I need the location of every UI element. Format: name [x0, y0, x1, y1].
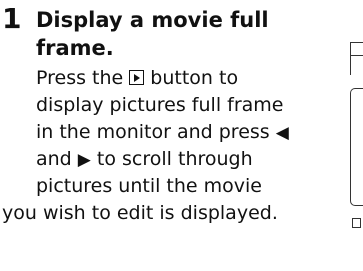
left-arrow-icon: ◀ [275, 123, 289, 143]
instruction-text: you wish to edit is displayed. [2, 202, 278, 224]
instruction-text: button to [144, 67, 239, 89]
camera-monitor-illustration [350, 42, 363, 228]
instruction-text: display pictures full frame [36, 94, 284, 116]
camera-monitor-screen [350, 88, 363, 206]
right-arrow-icon: ▶ [77, 150, 91, 170]
instruction-text: pictures until the movie [36, 175, 262, 197]
camera-frame-line [350, 55, 363, 75]
instruction-line-1: Press the button to [36, 65, 238, 92]
step-number: 1 [2, 2, 22, 35]
instruction-line-4: and ▶ to scroll through [36, 146, 253, 174]
instruction-line-3: in the monitor and press ◀ [36, 119, 289, 147]
camera-button-icon [352, 218, 361, 228]
instruction-text: and [36, 148, 78, 170]
instruction-line-5: pictures until the movie [36, 173, 262, 200]
instruction-text: to scroll through [90, 148, 253, 170]
instruction-text: Press the [36, 67, 130, 89]
camera-top-panel [350, 42, 363, 56]
instruction-text: in the monitor and press [36, 121, 276, 143]
step-title: Display a movie full frame. [36, 8, 269, 60]
instruction-line-6: you wish to edit is displayed. [2, 200, 278, 227]
instruction-line-2: display pictures full frame [36, 92, 283, 119]
play-button-icon [129, 70, 145, 85]
